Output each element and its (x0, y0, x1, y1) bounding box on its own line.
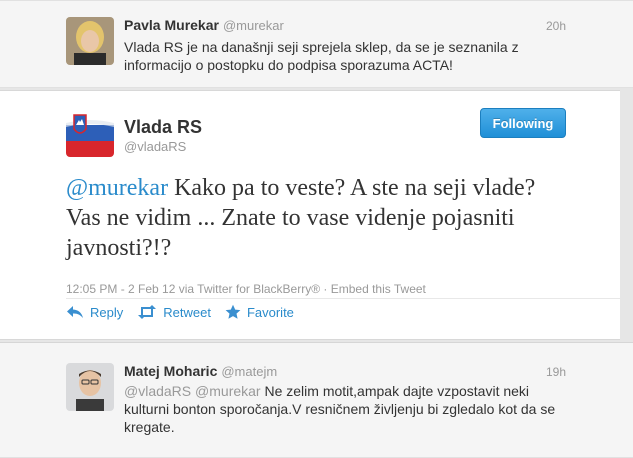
following-button[interactable]: Following (480, 108, 566, 138)
author-handle[interactable]: @matejm (221, 364, 277, 379)
tweet-text-line: kulturni bonton sporočanja.V resničnem ž… (124, 401, 556, 417)
tweet-text-line: javnosti?!? (66, 235, 172, 261)
author-handle[interactable]: @vladaRS (124, 139, 186, 154)
reply-icon (67, 306, 83, 318)
avatar[interactable] (66, 17, 114, 65)
page-edge (620, 88, 633, 342)
retweet-icon (138, 305, 157, 319)
avatar[interactable] (66, 363, 114, 411)
author-handle[interactable]: @murekar (223, 18, 284, 33)
tweet-meta[interactable]: 12:05 PM - 2 Feb 12 via Twitter for Blac… (66, 282, 426, 296)
mention-link[interactable]: @murekar (66, 175, 168, 201)
tweet-text-span: Kako pa to veste? A ste na seji vlade? (168, 175, 536, 201)
reply-label: Reply (90, 304, 124, 320)
author-name[interactable]: Vlada RS (124, 117, 202, 138)
mention-link[interactable]: @murekar (195, 383, 261, 399)
divider (66, 298, 621, 299)
tweet-text-line: @vladaRS @murekar Ne zelim motit,ampak d… (124, 382, 555, 400)
tweet-time[interactable]: 20h (546, 19, 566, 33)
avatar-slovenia-flag[interactable] (66, 109, 114, 157)
tweet-time[interactable]: 19h (546, 365, 566, 379)
tweet-text-line: Vlada RS je na današnji seji sprejela sk… (124, 39, 519, 55)
retweet-button[interactable]: Retweet (137, 304, 211, 320)
reply-tweet-below[interactable]: Matej Moharic @matejm 19h @vladaRS @murek… (0, 342, 633, 458)
tweet-text: @vladaRS @murekar Ne zelim motit,ampak d… (124, 382, 555, 436)
author-name-text[interactable]: Matej Moharic (124, 363, 217, 379)
tweet-actions: Reply Retweet Favorite (66, 304, 308, 320)
mention-link[interactable]: @vladaRS (124, 383, 191, 399)
favorite-button[interactable]: Favorite (225, 304, 294, 320)
tweet-text-line: kregate. (124, 419, 175, 435)
tweet-text: Vlada RS je na današnji seji sprejela sk… (124, 38, 519, 74)
retweet-label: Retweet (163, 304, 211, 320)
tweet-text-line: Vas ne vidim ... Znate to vase videnje p… (66, 205, 515, 231)
author-name[interactable]: Matej Moharic @matejm (124, 363, 277, 379)
author-name-text[interactable]: Pavla Murekar (124, 17, 219, 33)
reply-button[interactable]: Reply (66, 304, 123, 320)
star-icon (225, 304, 241, 319)
favorite-label: Favorite (246, 304, 294, 320)
tweet-text: @murekar Kako pa to veste? A ste na seji… (66, 173, 586, 263)
tweet-text-line: @murekar Kako pa to veste? A ste na seji… (66, 173, 586, 203)
author-name[interactable]: Pavla Murekar @murekar (124, 17, 284, 33)
main-tweet: Vlada RS @vladaRS Following @murekar Kak… (0, 90, 633, 340)
tweet-text-span: Ne zelim motit,ampak dajte vzpostavit ne… (260, 383, 530, 399)
tweet-text-line: informacijo o postopku do podpisa sporaz… (124, 57, 453, 73)
reply-tweet-above[interactable]: Pavla Murekar @murekar 20h Vlada RS je na… (0, 0, 633, 88)
